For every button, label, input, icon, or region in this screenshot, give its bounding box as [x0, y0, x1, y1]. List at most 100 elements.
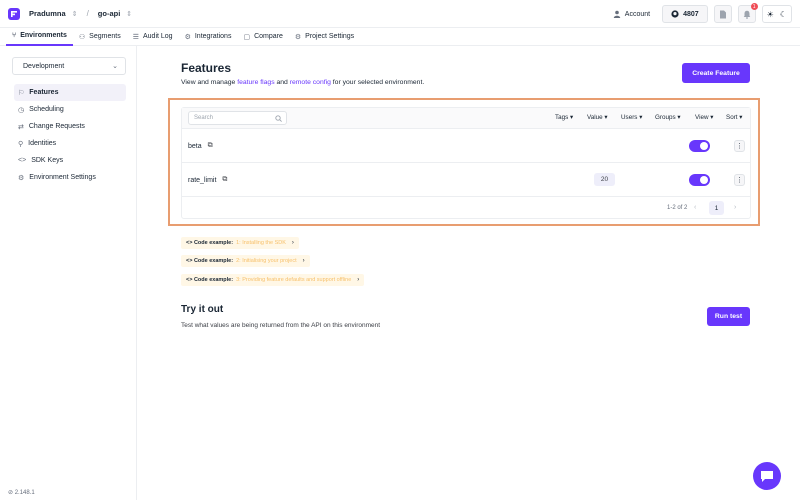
sidebar-item-label: Change Requests	[28, 123, 85, 130]
view-filter-label: View	[695, 114, 709, 121]
feature-name-text: beta	[188, 142, 202, 150]
pagination: 1-2 of 2 ‹ 1 ›	[182, 198, 750, 218]
version-marker-icon: ⊘	[8, 490, 14, 496]
tab-label: Compare	[254, 33, 283, 40]
copy-icon[interactable]: ⧉	[208, 142, 213, 150]
tab-label: Environments	[20, 32, 67, 39]
code-example-button[interactable]: <> Code example: 1: Installing the SDK ›	[181, 237, 299, 249]
chevron-down-icon: ⌄	[112, 63, 118, 70]
code-example-button[interactable]: <> Code example: 2: Initialising your pr…	[181, 255, 310, 267]
moon-icon[interactable]: ☾	[780, 10, 787, 19]
code-icon: <>	[18, 157, 27, 164]
tab-audit-log[interactable]: ☰ Audit Log	[127, 28, 179, 46]
document-icon	[719, 10, 726, 18]
environment-select[interactable]: Development ⌄	[12, 57, 126, 75]
gear-icon: ⚙	[294, 33, 302, 41]
flagsmith-logo-icon[interactable]	[8, 7, 20, 20]
user-icon	[613, 10, 620, 18]
code-example-button[interactable]: <> Code example: 3: Providing feature de…	[181, 274, 365, 286]
tab-segments[interactable]: ⚇ Segments	[73, 28, 127, 46]
chevron-up-down-icon[interactable]: ⇕	[126, 10, 132, 18]
tab-label: Segments	[89, 33, 121, 40]
sidebar-item-change-requests[interactable]: ⇄ Change Requests	[14, 118, 126, 135]
value-filter[interactable]: Value ▾	[587, 114, 608, 121]
top-right-actions: Account 4807 1 ☀ ☾	[613, 3, 792, 23]
groups-filter[interactable]: Groups ▾	[655, 114, 681, 121]
remote-config-link[interactable]: remote config	[290, 79, 331, 86]
breadcrumb-separator: /	[86, 9, 89, 18]
sidebar-item-scheduling[interactable]: ◷ Scheduling	[14, 101, 126, 118]
groups-filter-label: Groups	[655, 114, 676, 121]
sidebar-item-label: Identities	[28, 140, 57, 147]
page-description: View and manage feature flags and remote…	[181, 79, 424, 86]
tab-integrations[interactable]: ⚙ Integrations	[179, 28, 238, 46]
chevron-right-icon[interactable]: ›	[734, 204, 736, 211]
tags-filter[interactable]: Tags ▾	[555, 114, 573, 121]
sun-icon[interactable]: ☀	[767, 10, 774, 19]
sidebar-item-label: Scheduling	[29, 106, 64, 113]
chat-support-button[interactable]	[753, 462, 781, 490]
feature-toggle[interactable]	[689, 174, 710, 186]
clock-icon: ◷	[18, 106, 25, 114]
feature-name: beta ⧉	[188, 142, 213, 150]
code-example-title: 2: Initialising your project	[236, 258, 297, 264]
code-example-title: 3: Providing feature defaults and suppor…	[236, 277, 352, 283]
try-it-out-description: Test what values are being returned from…	[181, 322, 381, 329]
table-row[interactable]: rate_limit ⧉ 20 ⋮	[182, 163, 750, 197]
search-input[interactable]: Search	[188, 111, 287, 125]
chevron-left-icon[interactable]: ‹	[694, 204, 696, 211]
sidebar-item-sdk-keys[interactable]: <> SDK Keys	[14, 152, 126, 169]
try-it-out-title: Try it out	[181, 304, 224, 315]
integrations-icon: ⚙	[184, 33, 191, 41]
chevron-up-down-icon[interactable]: ⇕	[72, 10, 78, 18]
view-filter[interactable]: View ▾	[695, 114, 713, 121]
feature-toggle[interactable]	[689, 140, 710, 152]
feature-name-text: rate_limit	[188, 176, 217, 184]
docs-button[interactable]	[713, 5, 732, 23]
page-number-button[interactable]: 1	[709, 201, 724, 215]
value-filter-label: Value	[587, 114, 603, 121]
tab-compare[interactable]: ▢ Compare	[237, 28, 288, 46]
org-name[interactable]: Pradumna	[29, 9, 66, 18]
more-options-button[interactable]: ⋮	[734, 140, 745, 152]
sidebar-nav: ⚐ Features ◷ Scheduling ⇄ Change Request…	[14, 84, 126, 186]
users-filter-label: Users	[621, 114, 638, 121]
gear-icon: ⚙	[18, 174, 25, 182]
github-star-count: 4807	[683, 10, 699, 18]
tab-label: Project Settings	[305, 33, 355, 40]
sidebar-item-environment-settings[interactable]: ⚙ Environment Settings	[14, 169, 126, 186]
feature-flags-link[interactable]: feature flags	[237, 79, 274, 86]
create-feature-button[interactable]: Create Feature	[682, 63, 750, 83]
github-stars-button[interactable]: 4807	[662, 5, 708, 23]
tags-filter-label: Tags	[555, 114, 569, 121]
run-test-button[interactable]: Run test	[707, 307, 750, 326]
branch-icon: ⑂	[12, 32, 17, 39]
copy-icon[interactable]: ⧉	[222, 176, 227, 184]
pagination-info: 1-2 of 2	[667, 205, 688, 211]
project-name[interactable]: go-api	[98, 9, 121, 18]
github-icon	[671, 10, 679, 18]
features-icon: ⚐	[18, 89, 25, 97]
sidebar-item-features[interactable]: ⚐ Features	[14, 84, 126, 101]
compare-icon: ▢	[243, 33, 251, 41]
sidebar: Development ⌄ ⚐ Features ◷ Scheduling ⇄ …	[0, 46, 137, 500]
sort-filter[interactable]: Sort ▾	[726, 114, 742, 121]
segments-icon: ⚇	[78, 33, 86, 41]
features-table: Search Tags ▾ Value ▾ Users ▾ Groups ▾ V…	[181, 107, 751, 219]
code-example-title: 1: Installing the SDK	[236, 240, 286, 246]
users-filter[interactable]: Users ▾	[621, 114, 642, 121]
change-request-icon: ⇄	[18, 123, 24, 131]
code-example-label: <> Code example:	[186, 240, 234, 246]
notifications-button[interactable]: 1	[737, 3, 758, 23]
chevron-right-icon: ›	[291, 240, 294, 246]
more-options-button[interactable]: ⋮	[734, 174, 745, 186]
chat-icon	[761, 470, 773, 482]
account-link[interactable]: Account	[613, 10, 650, 18]
description-text: and	[274, 79, 290, 86]
tab-project-settings[interactable]: ⚙ Project Settings	[289, 28, 360, 46]
table-row[interactable]: beta ⧉ ⋮	[182, 129, 750, 163]
theme-toggle[interactable]: ☀ ☾	[761, 5, 792, 23]
sidebar-item-identities[interactable]: ⚲ Identities	[14, 135, 126, 152]
tab-environments[interactable]: ⑂ Environments	[6, 28, 73, 46]
top-bar: Pradumna ⇕ / go-api ⇕ Account 4807 1 ☀ ☾	[0, 0, 800, 28]
